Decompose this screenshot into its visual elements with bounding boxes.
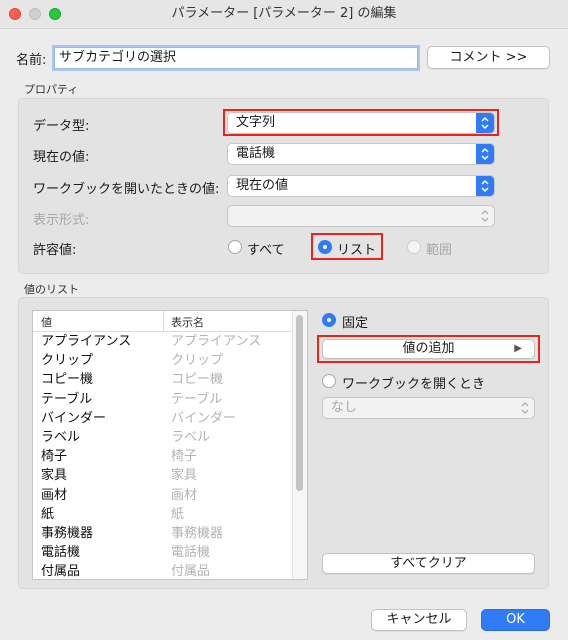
table-row[interactable]: クリップ クリップ (33, 351, 293, 370)
table-row[interactable]: バインダー バインダー (33, 409, 293, 428)
table-row[interactable]: 椅子 椅子 (33, 447, 293, 466)
row-value[interactable]: テーブル (41, 390, 92, 409)
data-type-select[interactable]: 文字列 (227, 112, 495, 134)
row-value[interactable]: 椅子 (41, 447, 67, 466)
data-type-value: 文字列 (236, 115, 276, 130)
row-value[interactable]: 電話機 (41, 543, 80, 562)
table-row[interactable]: コピー機 コピー機 (33, 370, 293, 389)
on-open-value: 現在の値 (236, 178, 289, 193)
current-value-stepper-icon (476, 144, 494, 164)
current-value-label: 現在の値: (33, 150, 90, 165)
fixed-radio[interactable] (322, 313, 336, 327)
allowable-range-radio (407, 240, 421, 254)
table-row[interactable]: 紙紙 (33, 505, 293, 524)
fixed-label[interactable]: 固定 (342, 312, 368, 331)
row-value[interactable]: 画材 (41, 486, 67, 505)
allowable-list-label[interactable]: リスト (337, 239, 376, 258)
column-header-value[interactable]: 値 (41, 314, 52, 330)
data-type-stepper-icon (476, 113, 494, 133)
current-value-value: 電話機 (236, 146, 276, 161)
window-title: パラメーター [パラメーター 2] の編集 (171, 6, 397, 21)
on-open-select[interactable]: 現在の値 (227, 175, 495, 197)
display-format-select (227, 205, 495, 227)
on-open-workbook-label[interactable]: ワークブックを開くとき (342, 373, 485, 392)
allowable-list-radio[interactable] (318, 240, 332, 254)
row-display-name[interactable]: 椅子 (171, 447, 197, 466)
comment-button[interactable]: コメント >> (427, 46, 550, 69)
row-display-name[interactable]: 紙 (171, 505, 184, 524)
on-open-workbook-radio[interactable] (322, 374, 336, 388)
allowable-range-label: 範囲 (426, 243, 453, 258)
on-open-workbook-stepper-icon (516, 398, 534, 418)
row-value[interactable]: コピー機 (41, 370, 93, 389)
row-display-name[interactable]: テーブル (171, 390, 222, 409)
name-input[interactable]: サブカテゴリの選択 (54, 47, 418, 69)
name-label: 名前: (16, 53, 47, 68)
play-arrow-icon: ▶ (514, 343, 522, 354)
row-value[interactable]: クリップ (41, 351, 93, 370)
column-header-display[interactable]: 表示名 (171, 314, 204, 330)
add-values-label: 値の追加 (402, 341, 455, 356)
row-display-name[interactable]: アプライアンス (171, 332, 261, 351)
row-display-name[interactable]: 画材 (171, 486, 197, 505)
clear-all-button[interactable]: すべてクリア (322, 553, 535, 574)
row-display-name[interactable]: 家具 (171, 466, 197, 485)
table-row[interactable]: 電話機 電話機 (33, 543, 293, 562)
table-row[interactable]: 事務機器 事務機器 (33, 524, 293, 543)
table-row[interactable]: アプライアンス アプライアンス (33, 332, 293, 351)
value-list-section-label: 値のリスト (24, 283, 79, 296)
table-row[interactable]: テーブル テーブル (33, 390, 293, 409)
row-display-name[interactable]: バインダー (171, 409, 236, 428)
table-row[interactable]: 家具 家具 (33, 466, 293, 485)
row-value[interactable]: バインダー (41, 409, 106, 428)
row-display-name[interactable]: 事務機器 (171, 524, 223, 543)
on-open-label: ワークブックを開いたときの値: (33, 182, 220, 197)
add-values-button[interactable]: 値の追加 ▶ (322, 339, 535, 359)
ok-button[interactable]: OK (481, 609, 550, 631)
scrollbar-thumb[interactable] (296, 315, 303, 491)
display-format-stepper-icon (476, 206, 494, 226)
table-header: 値 表示名 (33, 311, 293, 332)
display-format-label: 表示形式: (33, 213, 90, 228)
properties-section-label: プロパティ (24, 83, 79, 96)
row-display-name[interactable]: クリップ (171, 351, 223, 370)
table-row[interactable]: 画材 画材 (33, 486, 293, 505)
list-scrollbar[interactable] (292, 311, 307, 579)
row-value[interactable]: 付属品 (41, 562, 80, 579)
cancel-button[interactable]: キャンセル (371, 609, 467, 631)
table-row[interactable]: 付属品 付属品 (33, 562, 293, 579)
row-value[interactable]: 紙 (41, 505, 54, 524)
on-open-stepper-icon (476, 176, 494, 196)
row-display-name[interactable]: 電話機 (171, 543, 210, 562)
on-open-workbook-value: なし (331, 400, 358, 415)
allowable-all-radio[interactable] (228, 240, 242, 254)
row-value[interactable]: ラベル (41, 428, 80, 447)
row-display-name[interactable]: ラベル (171, 428, 210, 447)
value-list-table[interactable]: 値 表示名 アプライアンス アプライアンス クリップ クリップ コピー機 コピー機 テーブル… (32, 310, 308, 580)
column-divider (163, 311, 164, 331)
row-value[interactable]: 事務機器 (41, 524, 93, 543)
data-type-label: データ型: (33, 119, 90, 134)
row-display-name[interactable]: 付属品 (171, 562, 210, 579)
table-row[interactable]: ラベル ラベル (33, 428, 293, 447)
allowable-all-label[interactable]: すべて (247, 239, 285, 258)
row-display-name[interactable]: コピー機 (171, 370, 223, 389)
on-open-workbook-select: なし (322, 397, 535, 419)
current-value-select[interactable]: 電話機 (227, 143, 495, 165)
allowable-values-label: 許容値: (33, 243, 77, 258)
row-value[interactable]: 家具 (41, 466, 67, 485)
row-value[interactable]: アプライアンス (41, 332, 131, 351)
